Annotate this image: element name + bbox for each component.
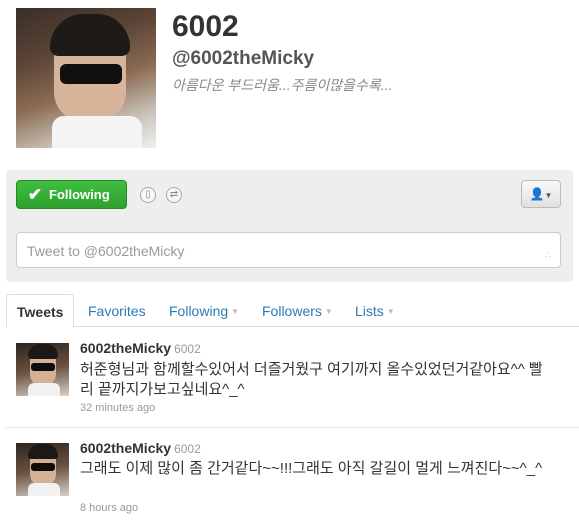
tweet-box-container: Tweet to @6002theMicky ∴	[6, 218, 573, 282]
tweet-timestamp[interactable]: 8 hours ago	[80, 502, 138, 514]
profile-avatar[interactable]	[16, 8, 156, 148]
tweet-username[interactable]: 6002theMicky	[80, 440, 171, 456]
tweet-author[interactable]: 6002theMicky 6002	[80, 440, 201, 456]
retweet-icon[interactable]: ⇄	[166, 187, 182, 203]
avatar-sunglasses	[60, 64, 122, 84]
tab-followers-label: Followers	[262, 303, 322, 319]
profile-bio: 아름다운 부드러움...주름이많을수록...	[172, 77, 393, 93]
tab-favorites[interactable]: Favorites	[88, 294, 146, 327]
tweet-avatar[interactable]	[16, 343, 69, 396]
tweet-item[interactable]: 6002theMicky 6002 그래도 이제 많이 좀 간거같다~~!!!그래…	[6, 428, 579, 526]
tweet-input-placeholder: Tweet to @6002theMicky	[27, 243, 185, 259]
chevron-down-icon: ▼	[231, 307, 240, 316]
tab-following-label: Following	[169, 303, 229, 319]
resize-grip-icon[interactable]: ∴	[545, 250, 552, 261]
profile-name: 6002	[172, 10, 239, 43]
tab-tweets-label: Tweets	[17, 304, 64, 320]
following-button-label: Following	[49, 187, 110, 202]
tweet-username[interactable]: 6002theMicky	[80, 340, 171, 356]
avatar-hair-top	[50, 14, 130, 56]
following-button[interactable]: ✔ Following	[16, 180, 127, 209]
avatar-shirt	[28, 483, 60, 496]
tweet-fullname: 6002	[174, 442, 201, 456]
mobile-icon[interactable]: ▯	[140, 187, 156, 203]
tab-favorites-label: Favorites	[88, 303, 146, 319]
chevron-down-icon: ▼	[544, 191, 553, 200]
profile-handle: @6002theMicky	[172, 48, 315, 69]
tab-tweets[interactable]: Tweets	[6, 294, 75, 328]
tweet-author[interactable]: 6002theMicky 6002	[80, 340, 201, 356]
avatar-shirt	[52, 116, 142, 148]
profile-tabs: Tweets Favorites Following ▼ Followers ▼ L…	[6, 294, 579, 328]
tab-following[interactable]: Following ▼	[169, 294, 239, 327]
tweet-timestamp[interactable]: 32 minutes ago	[80, 402, 155, 414]
check-icon: ✔	[27, 184, 43, 204]
tweet-avatar[interactable]	[16, 443, 69, 496]
tweet-input[interactable]: Tweet to @6002theMicky ∴	[16, 232, 561, 268]
user-icon: 👤	[529, 187, 545, 201]
user-actions-menu[interactable]: 👤▼	[521, 180, 561, 208]
chevron-down-icon: ▼	[324, 307, 333, 316]
avatar-hair	[28, 344, 58, 359]
tab-lists-label: Lists	[355, 303, 384, 319]
chevron-down-icon: ▼	[386, 307, 395, 316]
avatar-sunglasses	[31, 463, 55, 471]
tweet-text: 허준형님과 함께할수있어서 더즐거웠구 여기까지 올수있었던거같아요^^ 빨리 …	[80, 361, 543, 398]
tweet-item[interactable]: 6002theMicky 6002 허준형님과 함께할수있어서 더즐거웠구 여기까…	[6, 328, 579, 428]
avatar-hair	[28, 444, 58, 459]
tweet-text: 그래도 이제 많이 좀 간거같다~~!!!그래도 아직 갈길이 멀게 느껴진다~…	[80, 460, 543, 477]
avatar-sunglasses	[31, 363, 55, 371]
tab-lists[interactable]: Lists ▼	[355, 294, 395, 327]
action-bar: ✔ Following ▯ ⇄ 👤▼	[6, 170, 573, 218]
avatar-shirt	[28, 383, 60, 396]
tweet-fullname: 6002	[174, 342, 201, 356]
tab-followers[interactable]: Followers ▼	[262, 294, 333, 327]
